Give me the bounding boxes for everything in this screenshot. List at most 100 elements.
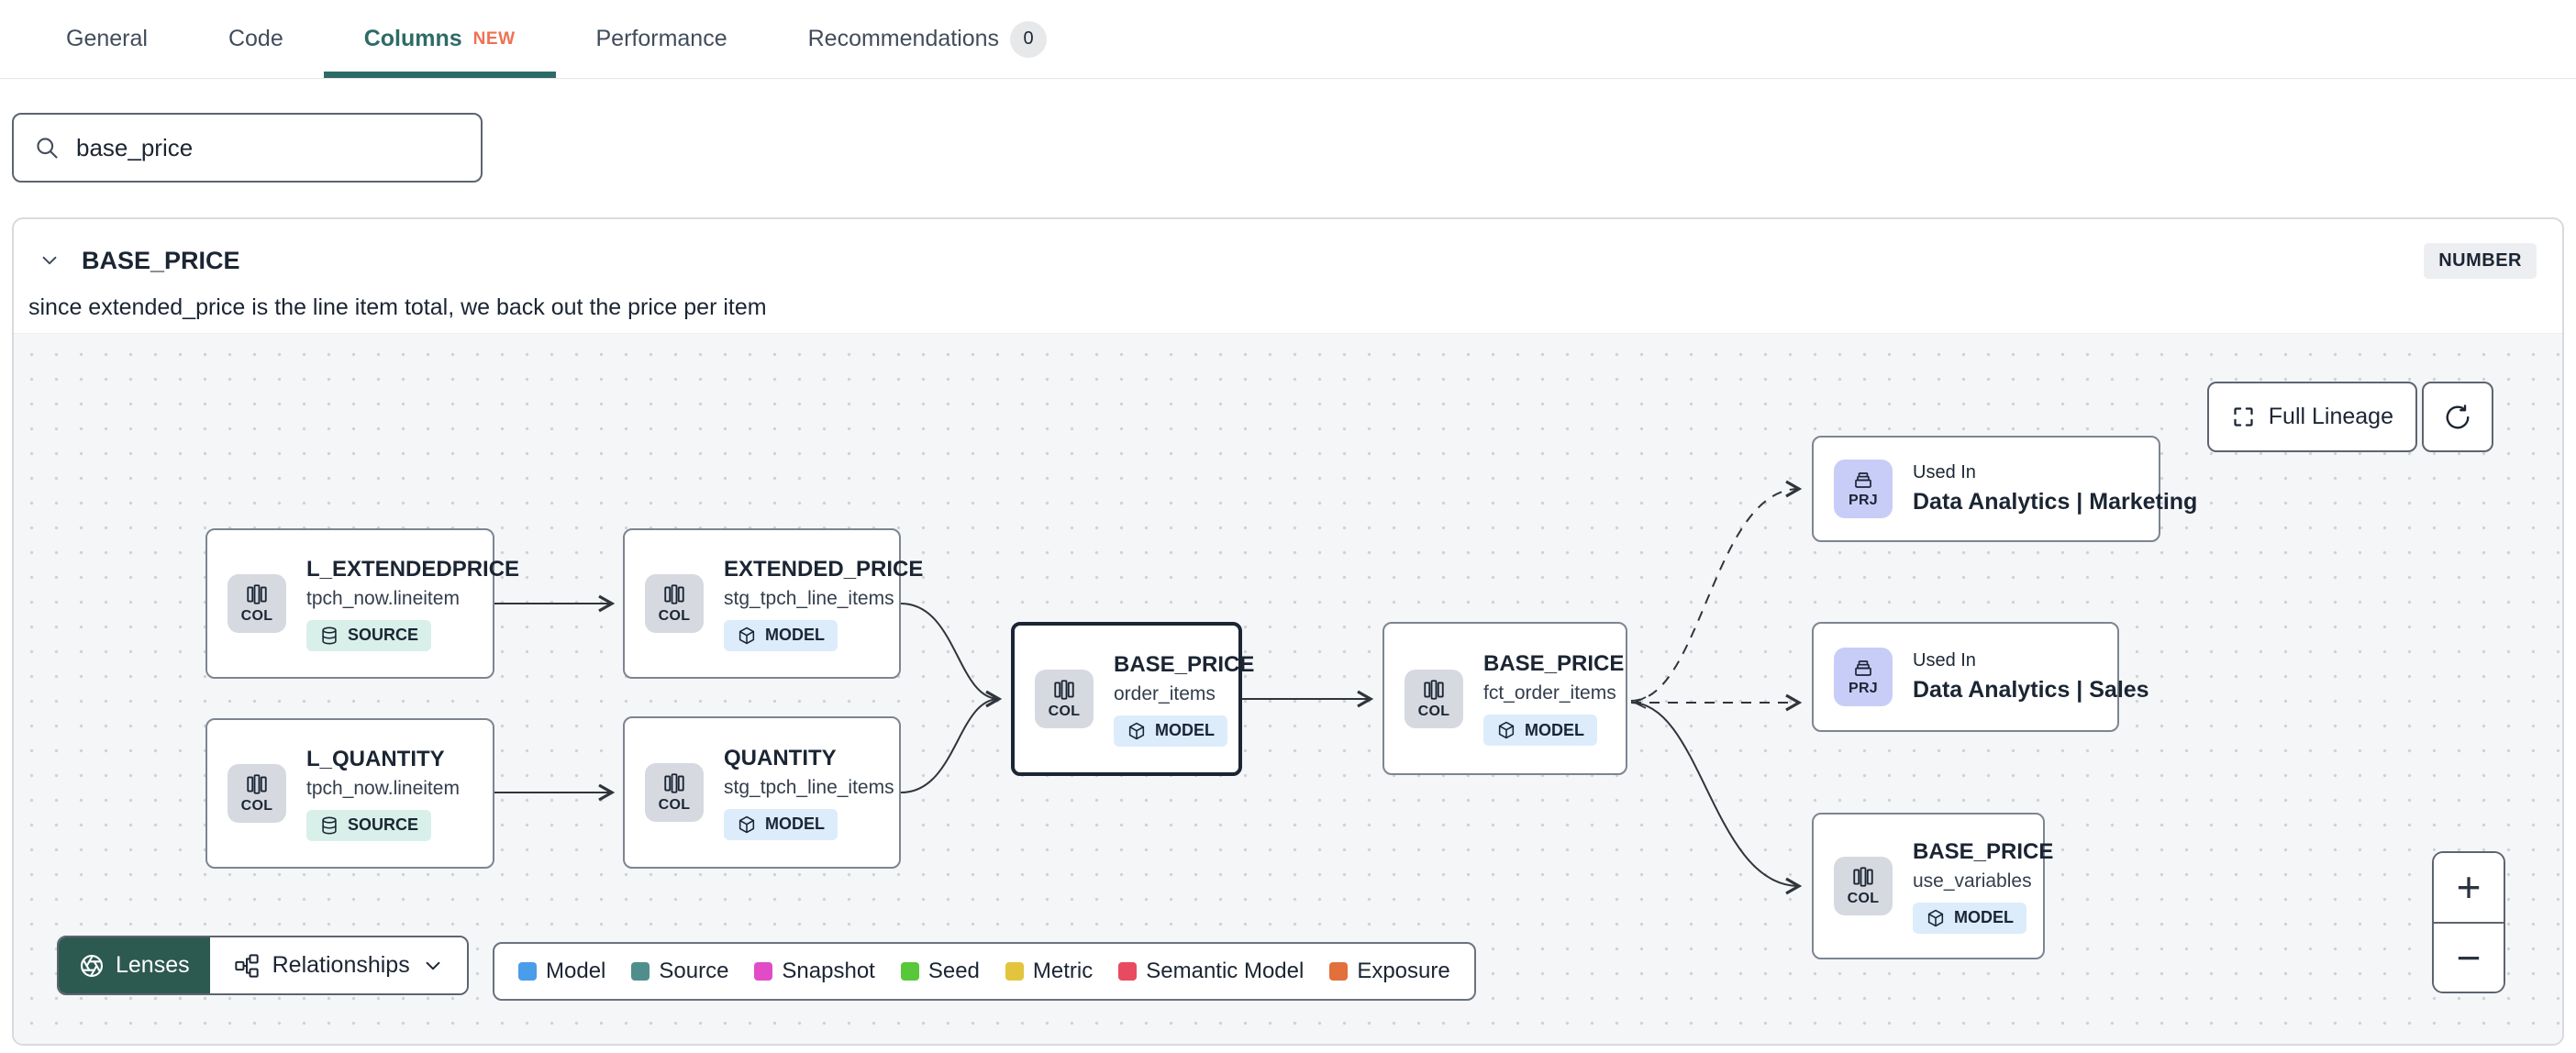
project-icon (1855, 660, 1871, 676)
search-box[interactable] (12, 113, 483, 183)
zoom-out-button[interactable]: − (2434, 923, 2504, 992)
search-row (0, 79, 2576, 183)
lenses-group: Lenses Relationships (57, 936, 469, 995)
lineage-node-l-extendedprice[interactable]: COL L_EXTENDEDPRICE tpch_now.lineitem SO… (205, 528, 519, 679)
column-panel-header: BASE_PRICE NUMBER (14, 219, 2562, 285)
relationships-icon (234, 953, 259, 978)
lineage-node-used-in-marketing[interactable]: PRJ Used In Data Analytics | Marketing (1812, 436, 2197, 542)
legend-swatch (1118, 962, 1138, 981)
legend-item-snapshot: Snapshot (754, 959, 875, 984)
node-title: EXTENDED_PRICE (724, 556, 924, 582)
chevron-down-icon[interactable] (39, 250, 60, 271)
lens-aperture-icon (80, 954, 104, 977)
lineage-node-base-price-fct-order-items[interactable]: COL BASE_PRICE fct_order_items MODEL (1382, 622, 1627, 775)
zoom-control: + − (2432, 851, 2505, 993)
node-title: L_EXTENDEDPRICE (306, 556, 520, 582)
database-icon (322, 626, 337, 644)
column-name: BASE_PRICE (82, 246, 240, 274)
edge-arrowhead (1632, 696, 1647, 709)
node-title: BASE_PRICE (1913, 838, 2054, 864)
cube-icon (738, 815, 755, 833)
lineage-node-extended-price[interactable]: COL EXTENDED_PRICE stg_tpch_line_items M… (623, 528, 923, 679)
node-title: BASE_PRICE (1114, 651, 1255, 677)
cube-icon (1927, 909, 1944, 926)
project-kind-box: PRJ (1834, 648, 1893, 706)
column-description: since extended_price is the line item to… (28, 294, 767, 320)
lineage-node-quantity[interactable]: COL QUANTITY stg_tpch_line_items MODEL (623, 716, 901, 869)
legend-item-metric: Metric (1005, 959, 1093, 984)
new-badge: NEW (472, 28, 516, 49)
resource-badge: SOURCE (306, 619, 432, 651)
lineage-node-base-price-order-items[interactable]: COL BASE_PRICE order_items MODEL (1011, 622, 1254, 776)
lineage-node-used-in-sales[interactable]: PRJ Used In Data Analytics | Sales (1812, 622, 2149, 732)
recommendations-count-badge: 0 (1010, 20, 1048, 58)
node-title: L_QUANTITY (306, 746, 445, 771)
legend-item-exposure: Exposure (1329, 959, 1450, 984)
expand-icon (2234, 407, 2253, 427)
column-kind-box: COL (645, 574, 704, 633)
cube-icon (1128, 722, 1145, 739)
used-in-label: Used In (1913, 462, 1976, 482)
column-kind-box: COL (228, 574, 286, 633)
columns-icon (247, 774, 267, 794)
refresh-icon (2446, 404, 2470, 428)
node-subtitle: stg_tpch_line_items (724, 776, 894, 798)
data-type-badge: NUMBER (2424, 242, 2537, 279)
node-subtitle: tpch_now.lineitem (306, 587, 460, 609)
project-icon (1855, 472, 1871, 488)
columns-icon (1054, 680, 1074, 700)
column-kind-box: COL (228, 764, 286, 823)
columns-icon (664, 584, 684, 604)
column-kind-box: COL (1834, 857, 1893, 915)
lineage-legend: Model Source Snapshot Seed Metric Semant… (493, 942, 1476, 1001)
relationships-dropdown[interactable]: Relationships (209, 937, 467, 993)
edge (1630, 480, 1803, 702)
database-icon (322, 816, 337, 834)
refresh-button[interactable] (2422, 382, 2493, 452)
node-subtitle: order_items (1114, 682, 1216, 704)
legend-swatch (1005, 962, 1024, 981)
tab-performance[interactable]: Performance (556, 0, 768, 78)
node-subtitle: stg_tpch_line_items (724, 587, 894, 609)
column-kind-box: COL (645, 763, 704, 822)
legend-item-model: Model (518, 959, 605, 984)
columns-icon (664, 773, 684, 793)
resource-badge: MODEL (1913, 902, 2026, 934)
chevron-down-icon (426, 961, 440, 970)
columns-icon (1853, 867, 1873, 887)
legend-item-source: Source (631, 959, 728, 984)
legend-swatch (518, 962, 537, 981)
lineage-graph[interactable]: COL L_EXTENDEDPRICE tpch_now.lineitem SO… (14, 333, 2562, 1044)
node-title: QUANTITY (724, 745, 837, 770)
legend-item-seed: Seed (900, 959, 980, 984)
legend-item-semantic-model: Semantic Model (1118, 959, 1304, 984)
column-kind-box: COL (1035, 670, 1094, 728)
node-title: Data Analytics | Marketing (1913, 489, 2198, 515)
lineage-node-l-quantity[interactable]: COL L_QUANTITY tpch_now.lineitem SOURCE (205, 718, 494, 869)
full-lineage-button[interactable]: Full Lineage (2206, 382, 2417, 452)
legend-swatch (1329, 962, 1349, 981)
columns-icon (1424, 679, 1444, 700)
resource-badge: SOURCE (306, 809, 432, 841)
resource-badge: MODEL (724, 619, 838, 651)
legend-swatch (631, 962, 650, 981)
column-kind-box: COL (1405, 669, 1463, 728)
cube-icon (738, 626, 755, 644)
tab-columns[interactable]: Columns NEW (323, 0, 556, 78)
tab-bar: General Code Columns NEW Performance Rec… (0, 0, 2576, 79)
search-icon (37, 138, 58, 159)
resource-badge: MODEL (1114, 715, 1227, 747)
lineage-node-base-price-use-variables[interactable]: COL BASE_PRICE use_variables MODEL (1812, 813, 2053, 959)
used-in-label: Used In (1913, 650, 1976, 671)
tab-code[interactable]: Code (188, 0, 324, 78)
node-subtitle: use_variables (1913, 870, 2032, 892)
zoom-in-button[interactable]: + (2434, 853, 2504, 924)
search-input[interactable] (76, 133, 461, 162)
tab-general[interactable]: General (26, 0, 188, 78)
project-kind-box: PRJ (1834, 460, 1893, 518)
edge (1630, 702, 1803, 895)
tab-recommendations[interactable]: Recommendations 0 (768, 0, 1087, 78)
lenses-button[interactable]: Lenses (59, 937, 210, 993)
node-title: BASE_PRICE (1483, 651, 1625, 676)
cube-icon (1498, 721, 1515, 739)
